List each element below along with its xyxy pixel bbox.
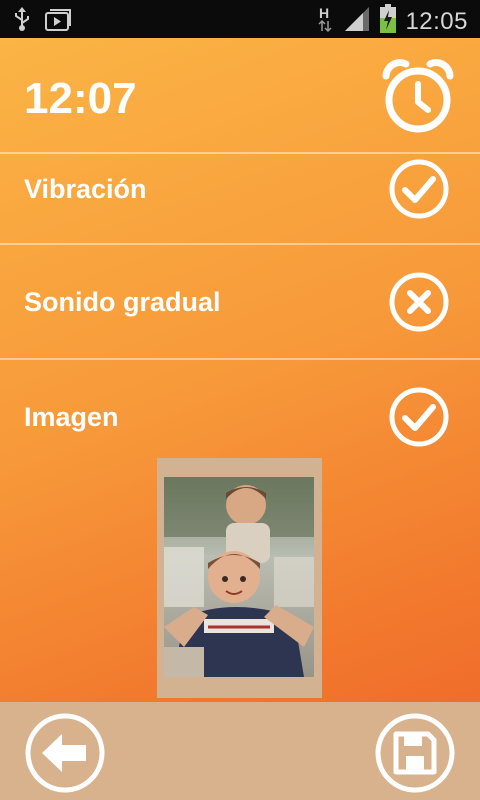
status-bar-clock: 12:05 [405,7,468,35]
save-disk-icon [375,713,455,793]
setting-label: Vibración [24,174,147,204]
check-circle-icon[interactable] [388,158,450,225]
check-circle-icon[interactable] [388,386,450,453]
svg-text:H: H [319,5,329,21]
setting-row-vibracion[interactable]: Vibración [0,154,480,244]
bottom-bar [0,702,480,800]
setting-label: Sonido gradual [24,287,221,317]
photo-thumbnail [164,477,314,677]
x-circle-icon[interactable] [388,271,450,338]
status-bar-system: H 12:05 [317,4,468,39]
back-button[interactable] [24,712,106,799]
status-bar: H 12:05 [0,0,480,38]
battery-charging-icon [379,4,397,39]
signal-icon [343,5,371,38]
setting-label: Imagen [24,402,119,432]
header: 12:07 [0,38,480,152]
image-preview[interactable] [157,458,322,698]
save-button[interactable] [374,712,456,799]
usb-icon [12,6,32,37]
status-bar-notifications [12,6,72,37]
alarm-settings-screen: 12:07 Vibración Sonido gradual Imagen [0,38,480,800]
setting-row-imagen[interactable]: Imagen [0,360,480,456]
setting-row-sonido-gradual[interactable]: Sonido gradual [0,245,480,357]
alarm-clock-icon[interactable] [380,58,456,141]
alarm-time[interactable]: 12:07 [24,74,137,124]
network-h-icon: H [317,5,335,38]
media-icon [44,6,72,37]
back-arrow-icon [25,713,105,793]
